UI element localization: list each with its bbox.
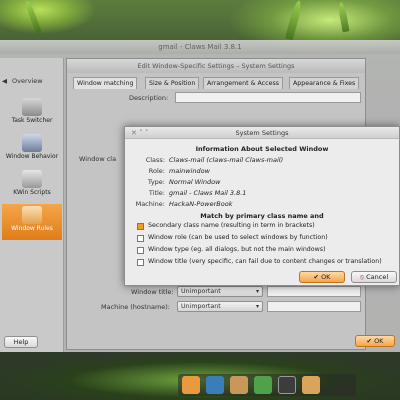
type-value: Normal Window — [169, 178, 221, 186]
cancel-label: Cancel — [366, 273, 389, 281]
ok-icon: ✔ — [313, 273, 319, 281]
machine-match-value: Unimportant — [181, 303, 221, 310]
cancel-icon: ⦸ — [359, 273, 365, 281]
description-input[interactable] — [175, 92, 361, 103]
tab-arrangement-access[interactable]: Arrangement & Access — [203, 77, 284, 89]
kwin-scripts-icon — [22, 170, 42, 188]
window-controls-icon[interactable]: ✕ ˄ ˅ — [131, 129, 148, 137]
window-behavior-icon — [22, 134, 42, 152]
help-button[interactable]: Help — [4, 336, 38, 348]
window-role-checkbox[interactable] — [137, 235, 144, 242]
sidebar-item-task-switcher[interactable]: Task Switcher — [2, 96, 62, 132]
secondary-class-checkbox[interactable] — [137, 223, 144, 230]
description-label: Description: — [129, 94, 169, 102]
window-rules-icon — [22, 206, 42, 224]
modal-title: System Settings — [125, 127, 399, 139]
title-label: Title: — [148, 189, 165, 197]
machine-info-label: Machine: — [135, 200, 165, 208]
tab-window-matching[interactable]: Window matching — [73, 77, 138, 89]
overview-button[interactable]: Overview — [12, 74, 43, 88]
back-icon[interactable]: ◀ — [2, 74, 7, 88]
match-section-title: Match by primary class name and — [200, 212, 324, 220]
role-label: Role: — [148, 167, 165, 175]
anchor-icon[interactable] — [182, 376, 200, 394]
class-label: Class: — [145, 156, 165, 164]
dock-panel — [178, 374, 356, 396]
modal-ok-button[interactable]: ✔ OK — [299, 271, 345, 283]
window-title-input[interactable] — [267, 286, 361, 297]
sidebar-item-label: Task Switcher — [11, 117, 53, 124]
window-title-match-value: Unimportant — [181, 288, 221, 295]
role-value: mainwindow — [169, 167, 210, 175]
wave-icon[interactable] — [206, 376, 224, 394]
class-value: Claws-mail (claws-mail Claws-mail) — [169, 156, 284, 164]
tab-appearance-fixes[interactable]: Appearance & Fixes — [289, 77, 360, 89]
machine-label: Machine (hostname): — [101, 303, 171, 311]
window-title: gmail - Claws Mail 3.8.1 — [0, 40, 400, 54]
window-title-option-label: Window title (very specific, can fail du… — [148, 258, 382, 265]
ok-button[interactable]: ✔ OK — [355, 335, 395, 347]
task-switcher-icon — [22, 98, 42, 116]
system-monitor-icon[interactable] — [278, 376, 296, 394]
help-label: Help — [13, 338, 29, 346]
sidebar-item-label: Window Rules — [11, 225, 53, 232]
sidebar-item-window-behavior[interactable]: Window Behavior — [2, 132, 62, 168]
machine-input[interactable] — [267, 301, 361, 312]
window-title-match-select[interactable]: Unimportant — [177, 286, 263, 297]
modal-cancel-button[interactable]: ⦸ Cancel — [351, 271, 397, 283]
ok-label: OK — [374, 337, 384, 345]
ok-label: OK — [321, 273, 331, 281]
machine-match-select[interactable]: Unimportant — [177, 301, 263, 312]
sidebar-item-label: KWin Scripts — [13, 189, 51, 196]
recycle-icon[interactable] — [254, 376, 272, 394]
sidebar-item-kwin-scripts[interactable]: KWin Scripts — [2, 168, 62, 204]
ok-icon: ✔ — [366, 337, 372, 345]
window-class-label: Window cla — [79, 155, 117, 163]
tab-size-position[interactable]: Size & Position — [145, 77, 200, 89]
sidebar-item-window-rules[interactable]: Window Rules — [2, 204, 62, 240]
window-type-label: Window type (eg. all dialogs, but not th… — [148, 246, 326, 253]
paint-icon[interactable] — [302, 376, 320, 394]
window-title-checkbox[interactable] — [137, 259, 144, 266]
type-label: Type: — [147, 178, 165, 186]
system-settings-sidebar: ◀ Overview Task Switcher Window Behavior… — [0, 58, 64, 352]
window-title-label: Window title: — [131, 288, 174, 296]
secondary-class-label: Secondary class name (resulting in term … — [148, 222, 315, 229]
sidebar-item-label: Window Behavior — [5, 153, 59, 160]
package-icon[interactable] — [230, 376, 248, 394]
window-type-checkbox[interactable] — [137, 247, 144, 254]
title-value: gmail - Claws Mail 3.8.1 — [169, 189, 247, 197]
dialog-title: Edit Window-Specific Settings – System S… — [67, 59, 365, 73]
info-section-title: Information About Selected Window — [195, 145, 329, 153]
machine-info-value: HackaN-PowerBook — [169, 200, 233, 208]
system-settings-modal: System Settings ✕ ˄ ˅ Information About … — [124, 126, 400, 286]
window-role-label: Window role (can be used to select windo… — [148, 234, 328, 241]
